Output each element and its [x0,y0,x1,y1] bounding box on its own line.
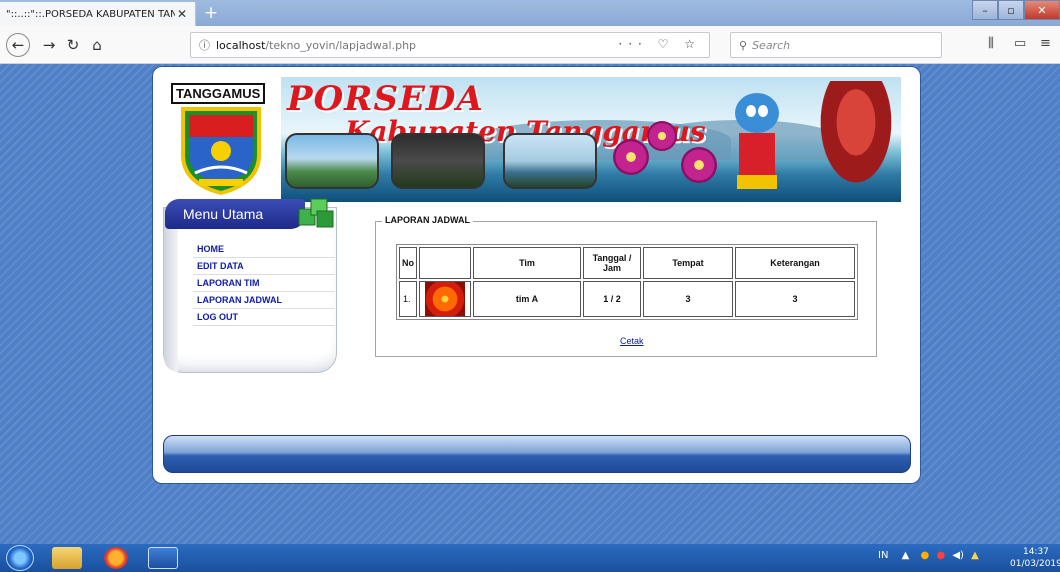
start-button[interactable] [6,545,34,571]
menu-link-log-out[interactable]: LOG OUT [197,312,238,322]
info-icon[interactable]: ⓘ [199,37,210,53]
orchid-icon [613,139,649,175]
footer-bar [163,435,911,473]
firefox-icon[interactable] [104,547,128,569]
orchid-icon [681,147,717,183]
photo-gate [391,133,485,189]
column-header-keterangan: Keterangan [735,247,855,279]
word-icon[interactable] [148,547,178,569]
dolphin-mascot-icon [735,93,779,189]
logo-area: TANGGAMUS [161,77,281,202]
home-icon[interactable]: ⌂ [86,34,108,56]
page-viewport: TANGGAMUS PORSEDA Kabupaten Tanggamus Me… [0,64,1060,544]
page-container: TANGGAMUS PORSEDA Kabupaten Tanggamus Me… [152,66,921,484]
header-banner: TANGGAMUS PORSEDA Kabupaten Tanggamus [161,77,901,202]
orchid-icon [647,121,677,151]
minimize-icon[interactable]: – [972,0,998,20]
table-row: 1. tim A 1 / 2 3 3 [399,281,855,317]
region-label: TANGGAMUS [171,83,266,104]
column-header-tanggal-jam: Tanggal / Jam [583,247,641,279]
menu-item-laporan-tim: LAPORAN TIM [193,275,335,292]
close-tab-icon[interactable]: ✕ [175,7,189,21]
tab-title: "::..::"::.PORSEDA KABUPATEN TAN [6,8,175,20]
back-arrow-icon[interactable]: ← [6,33,30,57]
reload-icon[interactable]: ↻ [62,34,84,56]
photo-monument [285,133,379,189]
sidebar-icon[interactable]: ▭ [1014,36,1026,51]
report-fieldset: LAPORAN JADWAL No Tim Tanggal / Jam Temp… [375,215,877,357]
column-header-tempat: Tempat [643,247,733,279]
new-tab-button[interactable]: + [200,3,222,23]
cell-no: 1. [399,281,417,317]
banner-title: PORSEDA [287,79,484,119]
window-close-icon[interactable]: ✕ [1024,0,1060,20]
url-bar[interactable]: ⓘ localhost/tekno_yovin/lapjadwal.php ··… [190,32,710,58]
browser-navbar: ← → ↻ ⌂ ⓘ localhost/tekno_yovin/lapjadwa… [0,26,1060,64]
menu-icon[interactable]: ≡ [1040,36,1051,51]
tray-area: IN ▲ ● ● ◀) ▲ [878,550,979,561]
clock[interactable]: 14:37 01/03/2019 [1010,546,1060,570]
cubes-icon [298,198,334,228]
browser-tab[interactable]: "::..::"::.PORSEDA KABUPATEN TAN ✕ [0,2,196,26]
clock-date: 01/03/2019 [1010,559,1060,569]
menu-item-laporan-jadwal: LAPORAN JADWAL [193,292,335,309]
page-actions-icon[interactable]: ··· ♡ ☆ [618,37,701,51]
menu-link-laporan-tim[interactable]: LAPORAN TIM [197,278,260,288]
cell-tempat: 3 [643,281,733,317]
language-indicator[interactable]: IN [878,550,888,561]
dancer-image [811,81,901,199]
menu-item-edit-data: EDIT DATA [193,258,335,275]
schedule-table: No Tim Tanggal / Jam Tempat Keterangan 1… [396,244,858,320]
explorer-icon[interactable] [52,547,82,569]
print-link[interactable]: Cetak [620,336,644,346]
library-icon[interactable]: ⫼ [988,36,994,51]
windows-taskbar: IN ▲ ● ● ◀) ▲ 14:37 01/03/2019 [0,544,1060,572]
menu-item-log-out: LOG OUT [193,309,335,326]
menu-list: HOME EDIT DATA LAPORAN TIM LAPORAN JADWA… [193,241,335,326]
menu-panel-edge [164,208,178,372]
table-header-row: No Tim Tanggal / Jam Tempat Keterangan [399,247,855,279]
network-icon[interactable]: ▲ [971,550,979,561]
tray-arrow-icon[interactable]: ▲ [902,550,910,561]
team-thumbnail [425,282,465,316]
search-icon: ⚲ [739,38,748,52]
url-path: /tekno_yovin/lapjadwal.php [265,38,417,52]
cell-image [419,281,471,317]
forward-arrow-icon[interactable]: → [38,34,60,56]
url-host: localhost [216,38,266,52]
cell-tanggal-jam: 1 / 2 [583,281,641,317]
menu-item-home: HOME [193,241,335,258]
menu-link-laporan-jadwal[interactable]: LAPORAN JADWAL [197,295,282,305]
column-header-no: No [399,247,417,279]
tray-app-icon[interactable]: ● [921,550,930,561]
tray-app-icon[interactable]: ● [936,550,945,561]
report-legend: LAPORAN JADWAL [382,215,473,225]
cell-keterangan: 3 [735,281,855,317]
search-placeholder: Search [752,38,791,52]
photo-bay [503,133,597,189]
tanggamus-crest-icon [181,107,261,195]
cell-tim: tim A [473,281,581,317]
browser-titlebar: "::..::"::.PORSEDA KABUPATEN TAN ✕ + – ▫… [0,0,1060,26]
clock-time: 14:37 [1022,547,1049,557]
menu-header: Menu Utama [165,199,305,229]
column-header-tim: Tim [473,247,581,279]
menu-link-edit-data[interactable]: EDIT DATA [197,261,244,271]
search-input[interactable]: ⚲ Search [730,32,942,58]
volume-icon[interactable]: ◀) [952,550,964,561]
maximize-icon[interactable]: ▫ [998,0,1024,20]
menu-link-home[interactable]: HOME [197,244,224,254]
column-header-image [419,247,471,279]
